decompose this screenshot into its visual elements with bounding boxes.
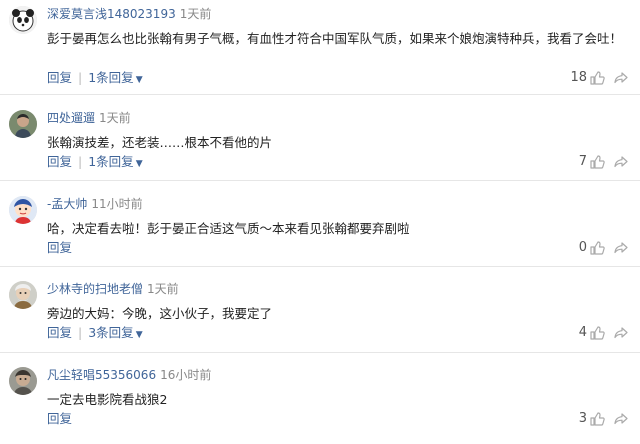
chevron-down-icon: ▼ bbox=[135, 330, 143, 340]
reply-button[interactable]: 回复 bbox=[47, 411, 72, 426]
comment-actions: 回复 | 1条回复 ▼ bbox=[47, 70, 143, 88]
like-control: 18 bbox=[570, 70, 629, 86]
comment-actions: 回复 bbox=[47, 240, 72, 256]
reply-button[interactable]: 回复 bbox=[47, 154, 72, 169]
comment-meta: 四处遛遛 1天前 bbox=[47, 110, 131, 126]
comment-time: 11小时前 bbox=[91, 197, 143, 211]
view-replies-label: 1条回复 bbox=[88, 70, 134, 85]
thumbs-up-icon[interactable] bbox=[589, 325, 605, 341]
thumbs-up-icon[interactable] bbox=[589, 240, 605, 256]
share-icon[interactable] bbox=[613, 70, 629, 86]
view-replies-label: 3条回复 bbox=[88, 325, 134, 340]
comment-meta: 少林寺的扫地老僧 1天前 bbox=[47, 281, 179, 297]
reply-button[interactable]: 回复 bbox=[47, 240, 72, 255]
comment-meta: 深爱莫言浅148023193 1天前 bbox=[47, 6, 211, 22]
like-count: 7 bbox=[578, 154, 587, 169]
chevron-down-icon: ▼ bbox=[135, 75, 143, 85]
chevron-down-icon: ▼ bbox=[135, 159, 143, 169]
action-divider: | bbox=[78, 154, 83, 169]
like-count: 18 bbox=[570, 70, 587, 85]
reply-button[interactable]: 回复 bbox=[47, 70, 72, 85]
view-replies-button[interactable]: 3条回复 ▼ bbox=[88, 325, 142, 340]
share-icon[interactable] bbox=[613, 240, 629, 256]
like-control: 3 bbox=[579, 411, 629, 427]
username-link[interactable]: 少林寺的扫地老僧 bbox=[47, 282, 143, 296]
comment-time: 16小时前 bbox=[160, 368, 212, 382]
username-link[interactable]: 凡尘轻唱55356066 bbox=[47, 368, 156, 382]
like-count: 3 bbox=[578, 411, 587, 426]
share-icon[interactable] bbox=[613, 411, 629, 427]
comment-text: 一定去电影院看战狼2 bbox=[47, 392, 168, 407]
username-link[interactable]: -孟大帅 bbox=[47, 197, 87, 211]
comment-separator bbox=[0, 94, 640, 95]
comment-separator bbox=[0, 352, 640, 353]
comment-actions: 回复 bbox=[47, 411, 72, 427]
like-count: 0 bbox=[578, 240, 587, 255]
share-icon[interactable] bbox=[613, 154, 629, 170]
like-control: 7 bbox=[579, 154, 629, 170]
comment-actions: 回复 | 1条回复 ▼ bbox=[47, 154, 143, 172]
like-control: 0 bbox=[579, 240, 629, 256]
comment-time: 1天前 bbox=[99, 111, 131, 125]
reply-button[interactable]: 回复 bbox=[47, 325, 72, 340]
view-replies-button[interactable]: 1条回复 ▼ bbox=[88, 154, 142, 169]
comment-text: 旁边的大妈：今晚，这小伙子，我要定了 bbox=[47, 306, 273, 321]
action-divider: | bbox=[78, 325, 83, 340]
view-replies-label: 1条回复 bbox=[88, 154, 134, 169]
thumbs-up-icon[interactable] bbox=[589, 70, 605, 86]
username-link[interactable]: 深爱莫言浅148023193 bbox=[47, 7, 176, 21]
cartoon-avatar-icon[interactable] bbox=[9, 196, 37, 224]
comment-list: 深爱莫言浅148023193 1天前 彭于晏再怎么也比张翰有男子气概，有血性才符合… bbox=[0, 0, 640, 444]
person-avatar-icon[interactable] bbox=[9, 110, 37, 138]
comment-actions: 回复 | 3条回复 ▼ bbox=[47, 325, 143, 343]
thumbs-up-icon[interactable] bbox=[589, 154, 605, 170]
action-divider: | bbox=[78, 70, 83, 85]
comment-text: 张翰演技差，还老装……根本不看他的片 bbox=[47, 135, 273, 150]
share-icon[interactable] bbox=[613, 325, 629, 341]
face-avatar-icon[interactable] bbox=[9, 367, 37, 395]
comment-text: 哈，决定看去啦！彭于晏正合适这气质～本来看见张翰都要弃剧啦 bbox=[47, 221, 410, 236]
comment-text: 彭于晏再怎么也比张翰有男子气概，有血性才符合中国军队气质，如果来个娘炮演特种兵，… bbox=[47, 31, 623, 46]
comment-time: 1天前 bbox=[147, 282, 179, 296]
thumbs-up-icon[interactable] bbox=[589, 411, 605, 427]
comment-meta: -孟大帅 11小时前 bbox=[47, 196, 143, 212]
panda-avatar-icon[interactable] bbox=[9, 6, 37, 34]
comment-meta: 凡尘轻唱55356066 16小时前 bbox=[47, 367, 211, 383]
comment-time: 1天前 bbox=[179, 7, 212, 21]
view-replies-button[interactable]: 1条回复 ▼ bbox=[88, 70, 142, 85]
comment-separator bbox=[0, 180, 640, 181]
monk-avatar-icon[interactable] bbox=[9, 281, 37, 309]
like-control: 4 bbox=[579, 325, 629, 341]
comment-separator bbox=[0, 266, 640, 267]
like-count: 4 bbox=[578, 325, 587, 340]
username-link[interactable]: 四处遛遛 bbox=[47, 111, 95, 125]
